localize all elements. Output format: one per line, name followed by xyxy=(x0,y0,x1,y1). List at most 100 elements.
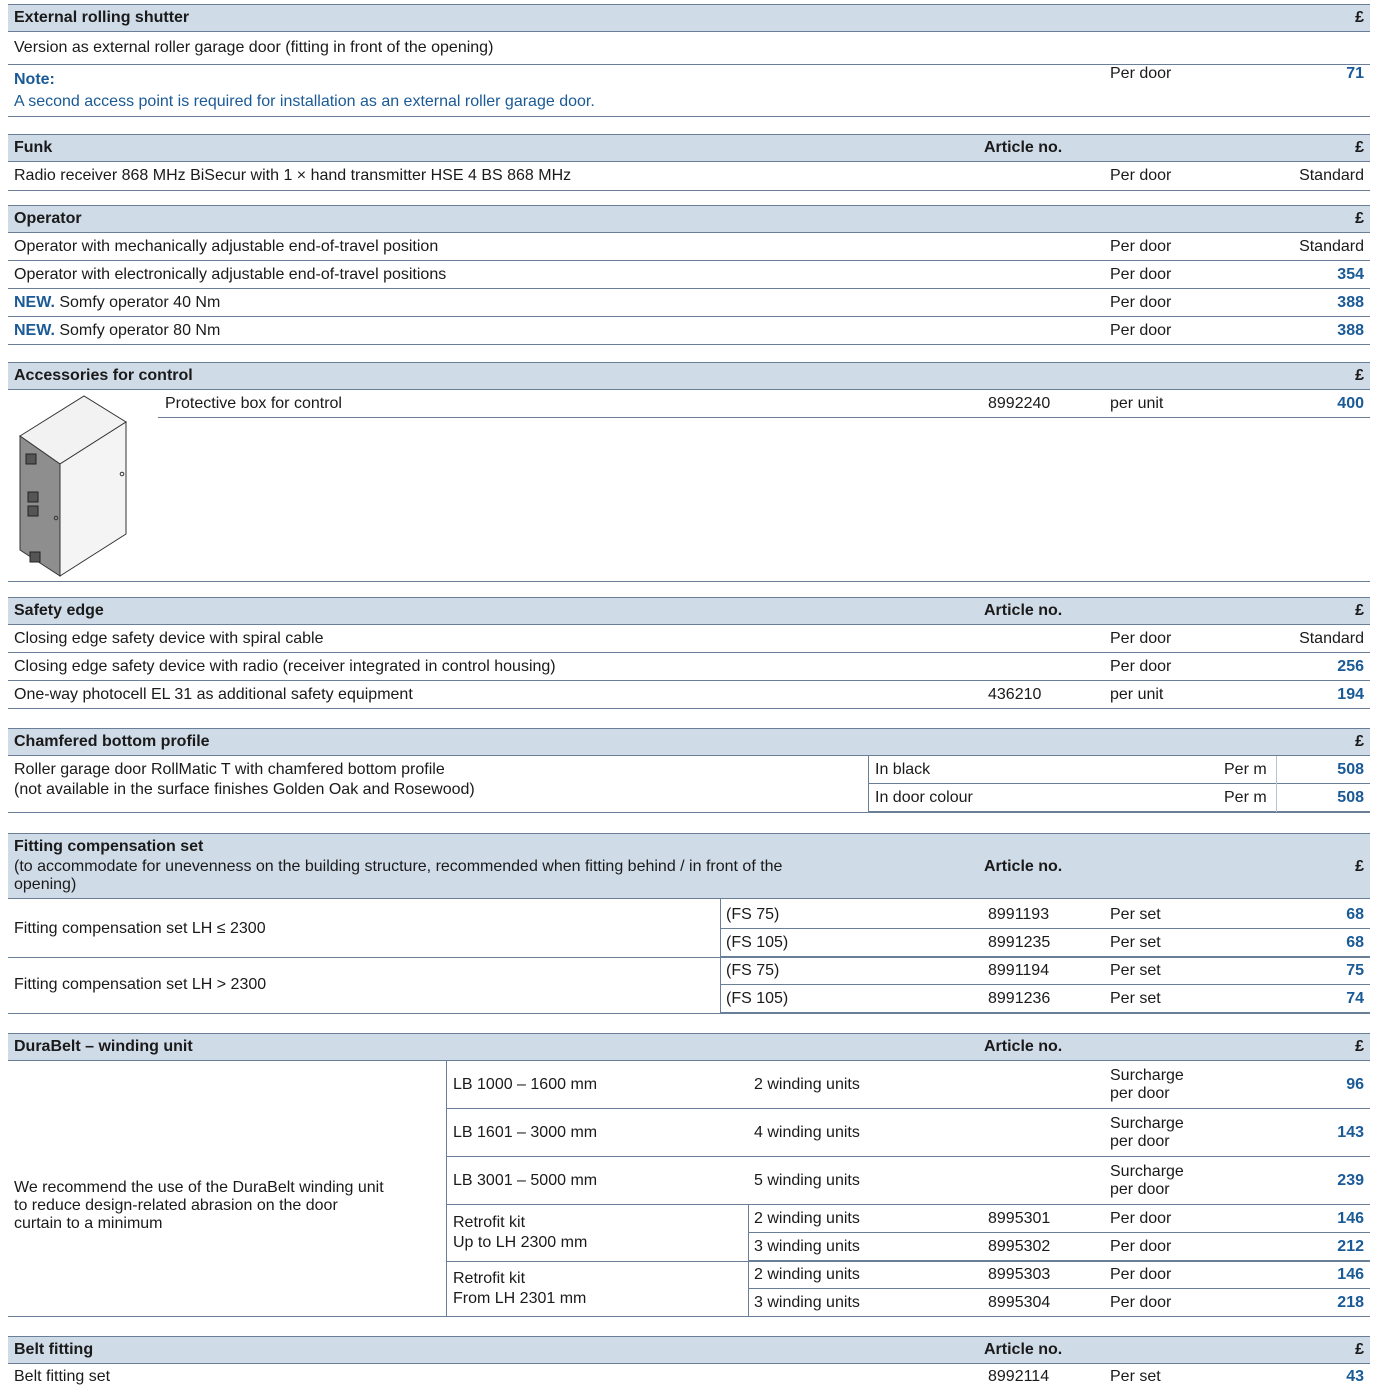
price-value: Standard xyxy=(1299,630,1364,647)
surcharge-label-line2: per door xyxy=(1110,1133,1170,1150)
table-row: Operator with mechanically adjustable en… xyxy=(8,233,1370,261)
section-header: Chamfered bottom profile £ xyxy=(8,728,1370,756)
safety-edge-section: Safety edge Article no. £ Closing edge s… xyxy=(8,597,1370,709)
price-value: 68 xyxy=(1346,934,1364,951)
divider xyxy=(8,116,1370,117)
surcharge-label-line1: Surcharge xyxy=(1110,1115,1184,1132)
section-subtitle-line2: opening) xyxy=(14,876,77,893)
article-number: 8995301 xyxy=(988,1210,1051,1227)
table-row: (FS 105) 8991236 Per set 74 xyxy=(720,985,1370,1013)
table-row: One-way photocell EL 31 as additional sa… xyxy=(8,681,1370,709)
type-label: (FS 75) xyxy=(726,906,780,923)
unit-label: Per door xyxy=(1110,65,1172,82)
price-value: 400 xyxy=(1337,395,1364,412)
chamfered-section: Chamfered bottom profile £ Roller garage… xyxy=(8,728,1370,813)
type-label: (FS 75) xyxy=(726,962,780,979)
new-badge: NEW. xyxy=(14,294,55,311)
article-no-header: Article no. xyxy=(984,602,1063,619)
winding-units: 3 winding units xyxy=(754,1294,860,1311)
row-label: NEW. Somfy operator 40 Nm xyxy=(14,294,221,311)
external-rolling-shutter-section: External rolling shutter £ Version as ex… xyxy=(8,4,1370,117)
column-divider xyxy=(1276,756,1277,812)
recommend-line3: curtain to a minimum xyxy=(14,1215,163,1232)
retrofit-label-line1: Retrofit kit xyxy=(453,1270,526,1287)
table-row: (FS 75) 8991193 Per set 68 xyxy=(720,901,1370,929)
group-label: Fitting compensation set LH > 2300 xyxy=(14,976,267,993)
section-title: Accessories for control xyxy=(14,367,193,384)
section-subtitle-line1: (to accommodate for unevenness on the bu… xyxy=(14,858,783,875)
table-row: Protective box for control 8992240 per u… xyxy=(158,390,1370,418)
price-value: 218 xyxy=(1337,1294,1364,1311)
column-divider xyxy=(748,1205,749,1317)
row-label: Operator with electronically adjustable … xyxy=(14,266,447,283)
section-header: Safety edge Article no. £ xyxy=(8,597,1370,625)
price-value: Standard xyxy=(1299,167,1364,184)
table-row: LB 3001 – 5000 mm 5 winding units Surcha… xyxy=(446,1157,1370,1205)
price-value: 388 xyxy=(1337,322,1364,339)
table-row: NEW. Somfy operator 80 Nm Per door 388 xyxy=(8,317,1370,345)
group-label: Fitting compensation set LH ≤ 2300 xyxy=(14,920,266,937)
article-number: 8995302 xyxy=(988,1238,1051,1255)
new-badge: NEW. xyxy=(14,322,55,339)
price-value: 239 xyxy=(1337,1172,1364,1189)
table-row: 2 winding units 8995301 Per door 146 xyxy=(748,1205,1370,1233)
row-label: Belt fitting set xyxy=(14,1368,111,1385)
section-title: Belt fitting xyxy=(14,1341,94,1358)
price-value: Standard xyxy=(1299,238,1364,255)
price-value: 194 xyxy=(1337,686,1364,703)
price-value: 508 xyxy=(1337,789,1364,806)
unit-label: per unit xyxy=(1110,686,1164,703)
row-label: Closing edge safety device with radio (r… xyxy=(14,658,556,675)
price-value: 256 xyxy=(1337,658,1364,675)
price-value: 508 xyxy=(1337,761,1364,778)
table-row: 2 winding units 8995303 Per door 146 xyxy=(748,1261,1370,1289)
winding-units: 3 winding units xyxy=(754,1238,860,1255)
price-value: 212 xyxy=(1337,1238,1364,1255)
row-label: Protective box for control xyxy=(165,395,342,412)
price-value: 68 xyxy=(1346,906,1364,923)
option-label: In door colour xyxy=(875,789,973,806)
currency-symbol: £ xyxy=(1355,367,1364,384)
retrofit-label-line2: Up to LH 2300 mm xyxy=(453,1234,588,1251)
article-number: 8995304 xyxy=(988,1294,1051,1311)
column-divider xyxy=(446,1061,447,1317)
section-header: Belt fitting Article no. £ xyxy=(8,1336,1370,1364)
price-value: 43 xyxy=(1346,1368,1364,1385)
price-value: 96 xyxy=(1346,1076,1364,1093)
chamfered-label-line2: (not available in the surface finishes G… xyxy=(14,781,475,798)
row-label: NEW. Somfy operator 80 Nm xyxy=(14,322,221,339)
column-divider xyxy=(720,899,721,1013)
price-value: 143 xyxy=(1337,1124,1364,1141)
price-value: 354 xyxy=(1337,266,1364,283)
article-number: 8991236 xyxy=(988,990,1051,1007)
section-title: Funk xyxy=(14,139,53,156)
price-value: 146 xyxy=(1337,1266,1364,1283)
unit-label: per unit xyxy=(1110,395,1164,412)
price-value: 71 xyxy=(1346,65,1364,82)
section-header: Operator £ xyxy=(8,205,1370,233)
table-row: In door colour Per m 508 xyxy=(868,784,1370,812)
section-header: Accessories for control £ xyxy=(8,362,1370,390)
unit-label: Per set xyxy=(1110,906,1161,923)
version-text: Version as external roller garage door (… xyxy=(14,39,494,56)
section-title: DuraBelt – winding unit xyxy=(14,1038,193,1055)
winding-units: 2 winding units xyxy=(754,1266,860,1283)
winding-units: 5 winding units xyxy=(754,1172,860,1189)
type-label: (FS 105) xyxy=(726,934,789,951)
unit-label: Per door xyxy=(1110,630,1172,647)
currency-symbol: £ xyxy=(1355,1341,1364,1358)
row-label: One-way photocell EL 31 as additional sa… xyxy=(14,686,413,703)
surcharge-label-line2: per door xyxy=(1110,1085,1170,1102)
surcharge-label-line2: per door xyxy=(1110,1181,1170,1198)
row-label: Operator with mechanically adjustable en… xyxy=(14,238,439,255)
article-number: 8991193 xyxy=(988,906,1050,923)
unit-label: Per door xyxy=(1110,1294,1172,1311)
divider xyxy=(8,1316,1370,1317)
unit-label: Per door xyxy=(1110,238,1172,255)
accessories-section: Accessories for control £ Protective box… xyxy=(8,362,1370,582)
section-title: Safety edge xyxy=(14,602,104,619)
unit-label: Per set xyxy=(1110,990,1161,1007)
unit-label: Per door xyxy=(1110,658,1172,675)
unit-label: Per m xyxy=(1224,761,1267,778)
table-row: NEW. Somfy operator 40 Nm Per door 388 xyxy=(8,289,1370,317)
